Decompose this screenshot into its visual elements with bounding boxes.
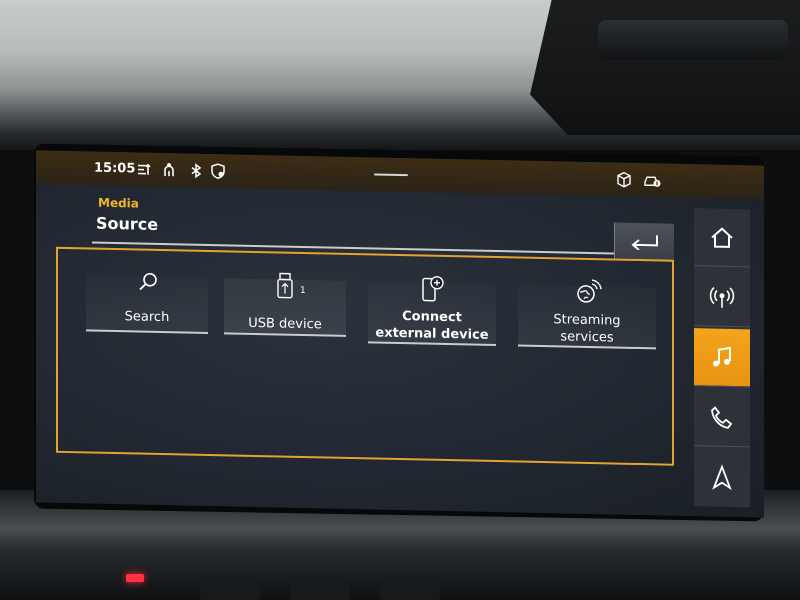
air-vent <box>598 20 788 60</box>
nav-media[interactable] <box>694 328 750 388</box>
connected-car-icon <box>644 176 661 187</box>
drag-handle[interactable] <box>374 173 408 177</box>
traffic-sign-icon <box>138 163 151 175</box>
shield-icon <box>211 163 225 179</box>
source-connect-device-button[interactable]: Connect external device <box>368 276 496 347</box>
clock: 15:05 <box>94 160 136 177</box>
package-icon <box>617 171 631 188</box>
side-navigation <box>694 208 750 508</box>
source-search-button[interactable]: Search <box>86 272 208 334</box>
nav-navigation[interactable] <box>694 448 750 507</box>
nav-phone[interactable] <box>694 388 750 448</box>
infotainment-screen: 15:05 Media Source Search 1 USB device C… <box>36 150 764 518</box>
nav-home[interactable] <box>694 208 750 268</box>
console-button <box>380 578 440 600</box>
streaming-globe-icon <box>577 279 602 303</box>
bluetooth-icon <box>191 163 202 179</box>
breadcrumb[interactable]: Media <box>98 196 139 211</box>
indicator-led <box>126 574 144 582</box>
tile-label-line2: services <box>560 329 614 346</box>
navigation-icon <box>712 464 732 491</box>
usb-icon <box>277 272 293 299</box>
search-icon <box>139 272 157 291</box>
back-arrow-icon <box>631 235 658 251</box>
console-button <box>200 578 260 600</box>
console-button <box>290 578 350 600</box>
tile-label: Search <box>124 309 170 326</box>
tile-label-line2: external device <box>375 325 489 343</box>
source-usb-button[interactable]: 1 USB device <box>224 272 346 337</box>
music-note-icon <box>713 346 731 367</box>
nav-radio[interactable] <box>694 268 750 328</box>
home-icon <box>711 226 733 248</box>
driver-profile-icon <box>164 163 174 177</box>
source-streaming-button[interactable]: Streaming services <box>518 279 656 350</box>
back-button[interactable] <box>614 222 674 260</box>
phone-add-icon <box>422 276 444 302</box>
page-title: Source <box>96 213 159 234</box>
phone-icon <box>711 405 733 429</box>
tile-label: USB device <box>248 315 322 333</box>
usb-count-badge: 1 <box>300 285 306 297</box>
radio-icon <box>709 286 735 308</box>
